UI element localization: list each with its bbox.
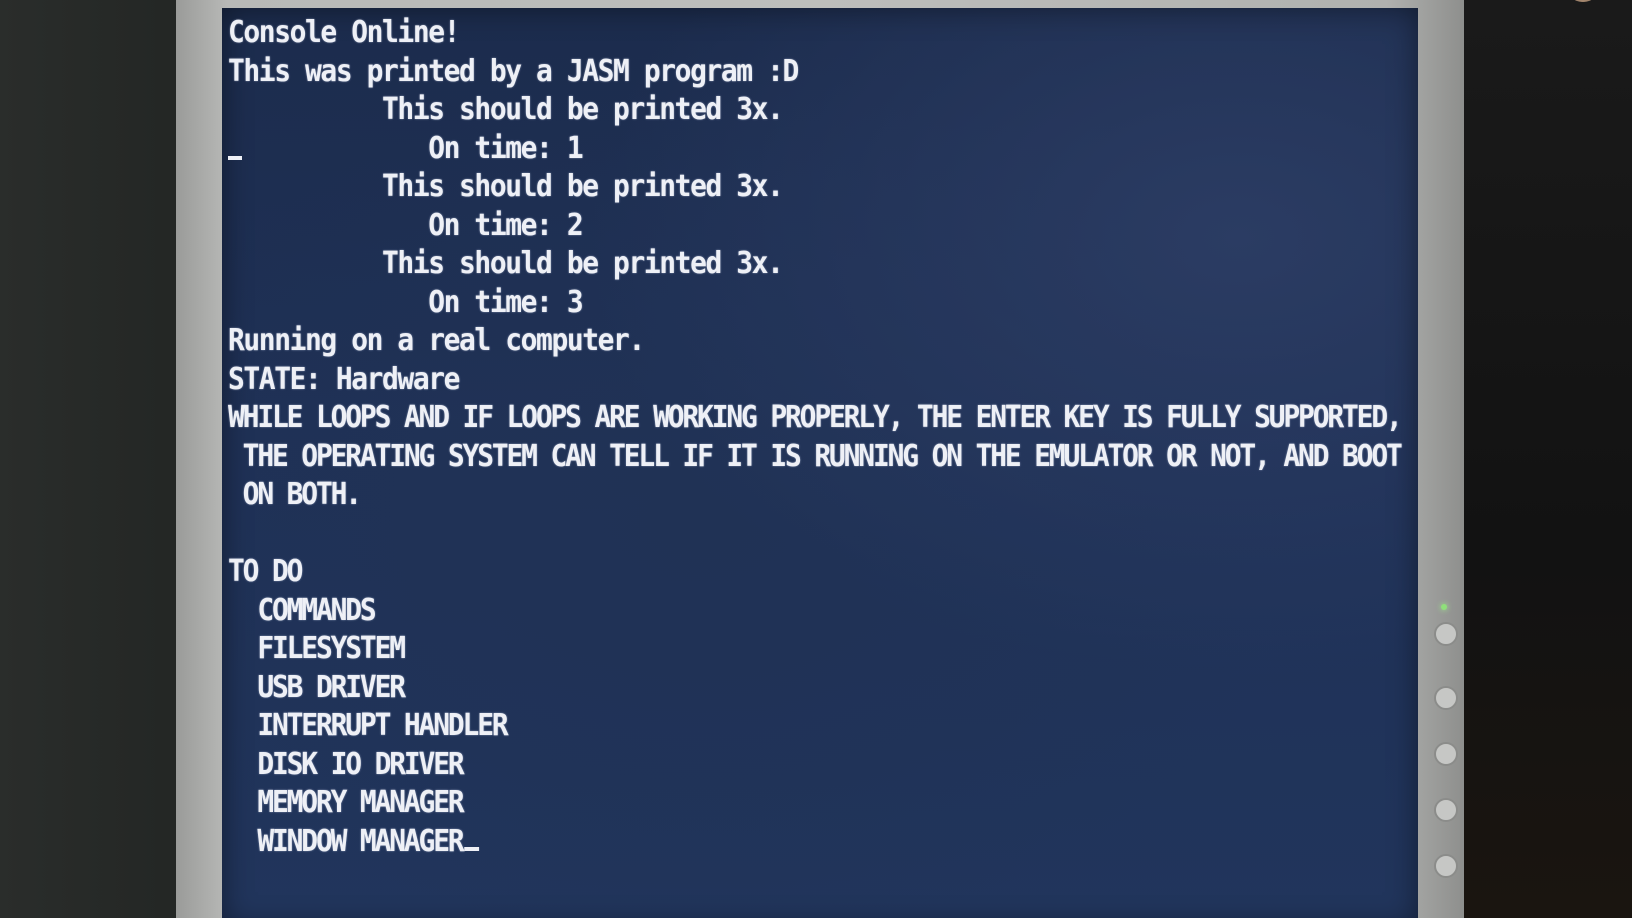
photo-scene: Console Online! This was printed by a JA… (0, 0, 1632, 918)
monitor-button-down[interactable] (1434, 742, 1458, 766)
console-line-status-3: ON BOTH. (228, 477, 362, 512)
todo-item-commands: COMMANDS (228, 592, 376, 628)
console-output[interactable]: Console Online! This was printed by a JA… (228, 14, 1403, 862)
todo-item-window-manager-text: WINDOW MANAGER (228, 823, 464, 859)
power-button[interactable] (1434, 622, 1458, 646)
console-line-blank (228, 515, 1401, 554)
console-line-running: Running on a real computer. (228, 323, 645, 358)
todo-item-memory-manager: MEMORY MANAGER (228, 785, 464, 820)
console-line-time-2: On time: 2 (228, 207, 583, 243)
console-line-status-1: WHILE LOOPS AND IF LOOPS ARE WORKING PRO… (228, 400, 1403, 435)
todo-item-interrupt-handler: INTERRUPT HANDLER (228, 708, 508, 743)
monitor-button-menu[interactable] (1434, 798, 1458, 822)
todo-item-filesystem: FILESYSTEM (228, 631, 406, 666)
text-cursor (464, 846, 480, 851)
console-line-loop-2: This should be printed 3x. (228, 169, 784, 204)
todo-heading: TO DO (228, 554, 303, 589)
console-line-title: Console Online! (228, 15, 460, 50)
monitor-button-up[interactable] (1434, 686, 1458, 710)
console-line-status-2: THE OPERATING SYSTEM CAN TELL IF IT IS R… (228, 438, 1403, 474)
console-line-loop-1: This should be printed 3x. (228, 92, 784, 127)
console-line-time-3: On time: 3 (228, 284, 583, 320)
console-line-loop-3: This should be printed 3x. (228, 246, 784, 281)
todo-item-usb-driver: USB DRIVER (228, 669, 406, 705)
todo-item-disk-io-driver: DISK IO DRIVER (228, 746, 464, 782)
monitor-screen: Console Online! This was printed by a JA… (222, 8, 1418, 918)
console-line-jasm: This was printed by a JASM program :D (228, 53, 799, 89)
monitor-button-auto[interactable] (1434, 854, 1458, 878)
console-line-state: STATE: Hardware (228, 361, 460, 397)
todo-item-window-manager: WINDOW MANAGER (228, 823, 1401, 862)
monitor-side-controls (1432, 604, 1462, 904)
console-line-time-1: On time: 1 (228, 130, 583, 166)
power-led-icon (1441, 604, 1447, 610)
background-right (1464, 0, 1632, 918)
